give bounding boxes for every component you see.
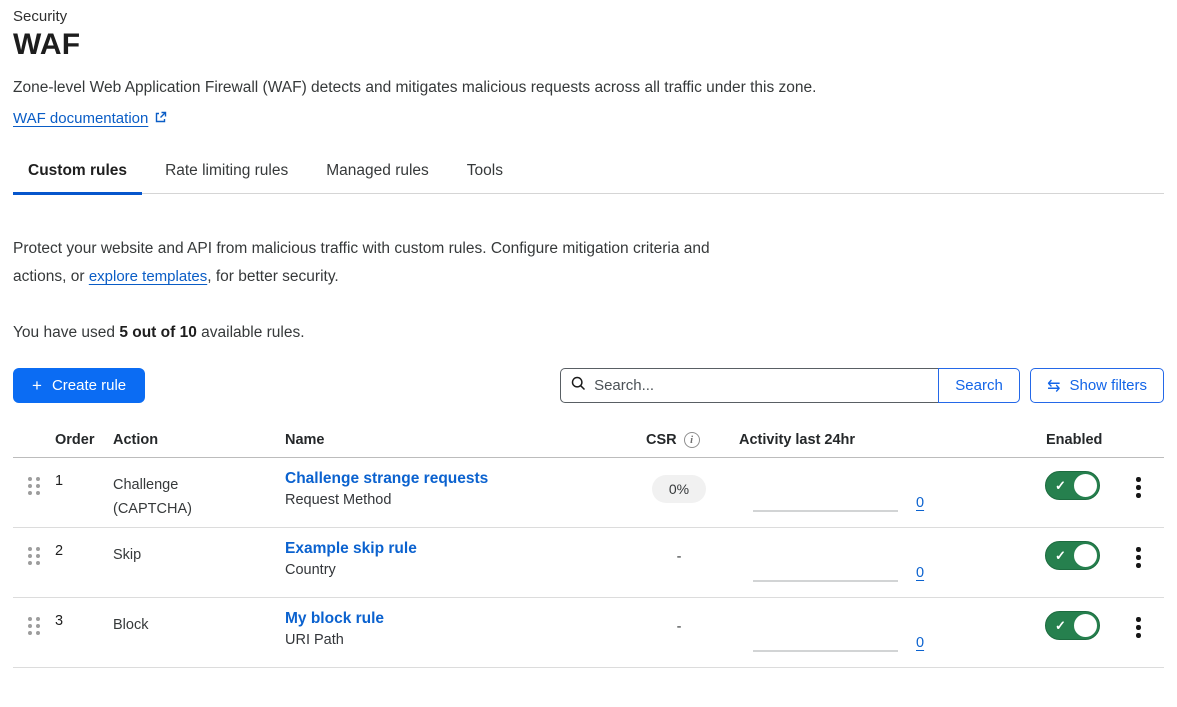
plus-icon: +	[32, 376, 42, 396]
usage-after: available rules.	[197, 324, 305, 341]
usage-text: You have used 5 out of 10 available rule…	[13, 324, 1164, 342]
rule-field: Country	[285, 562, 631, 578]
page-title: WAF	[13, 28, 1164, 62]
rule-name-cell: Example skip rule Country	[285, 528, 631, 597]
usage-before: You have used	[13, 324, 119, 341]
header-action: Action	[113, 432, 285, 448]
row-menu-button[interactable]	[1130, 614, 1147, 667]
rule-menu	[1113, 458, 1164, 527]
show-filters-label: Show filters	[1069, 377, 1147, 394]
drag-handle-icon[interactable]	[28, 477, 42, 495]
activity-count-link[interactable]: 0	[916, 566, 924, 581]
intro-after: , for better security.	[207, 268, 339, 285]
swap-arrows-icon: ⇆	[1047, 376, 1060, 396]
breadcrumb-security: Security	[13, 8, 1164, 25]
activity-sparkline	[753, 510, 898, 512]
rule-field: Request Method	[285, 492, 631, 508]
header-enabled: Enabled	[1033, 432, 1113, 448]
rule-name-link[interactable]: Example skip rule	[285, 540, 417, 558]
check-icon: ✓	[1055, 478, 1066, 494]
intro-text: Protect your website and API from malici…	[13, 235, 758, 291]
rule-action: Skip	[113, 528, 285, 597]
waf-documentation-link[interactable]: WAF documentation	[13, 110, 148, 127]
check-icon: ✓	[1055, 618, 1066, 634]
rule-action: Block	[113, 598, 285, 667]
search-input[interactable]	[594, 377, 928, 394]
rule-action-label: Challenge (CAPTCHA)	[113, 473, 218, 521]
enabled-toggle[interactable]: ✓	[1045, 541, 1100, 570]
rules-table: Order Action Name CSR i Activity last 24h…	[13, 432, 1164, 668]
rule-csr: -	[631, 598, 727, 667]
rule-enabled: ✓	[1033, 458, 1113, 527]
rule-enabled: ✓	[1033, 528, 1113, 597]
tab-managed-rules[interactable]: Managed rules	[311, 162, 444, 195]
rule-activity: 0	[727, 528, 1033, 597]
rule-menu	[1113, 598, 1164, 667]
rule-order: 1	[55, 458, 113, 527]
enabled-toggle[interactable]: ✓	[1045, 611, 1100, 640]
doc-link-row: WAF documentation	[13, 110, 1164, 129]
tab-custom-rules[interactable]: Custom rules	[13, 162, 142, 195]
rule-csr: 0%	[631, 458, 727, 527]
activity-sparkline	[753, 650, 898, 652]
create-rule-label: Create rule	[52, 377, 126, 394]
row-menu-button[interactable]	[1130, 544, 1147, 597]
rule-order: 2	[55, 528, 113, 597]
activity-count-link[interactable]: 0	[916, 636, 924, 651]
header-order: Order	[55, 432, 113, 448]
check-icon: ✓	[1055, 548, 1066, 564]
drag-handle-icon[interactable]	[28, 547, 42, 565]
rule-menu	[1113, 528, 1164, 597]
enabled-toggle[interactable]: ✓	[1045, 471, 1100, 500]
rule-name-link[interactable]: Challenge strange requests	[285, 470, 488, 488]
search-area: Search ⇆ Show filters	[560, 368, 1164, 403]
info-icon[interactable]: i	[684, 432, 700, 448]
search-button[interactable]: Search	[938, 368, 1020, 403]
header-csr: CSR i	[631, 432, 727, 448]
header-csr-label: CSR	[646, 432, 677, 448]
rule-action-label: Block	[113, 613, 148, 637]
waf-page: Security WAF Zone-level Web Application …	[0, 0, 1177, 668]
row-menu-button[interactable]	[1130, 474, 1147, 527]
cell-drag	[13, 598, 55, 667]
drag-handle-icon[interactable]	[28, 617, 42, 635]
rule-activity: 0	[727, 458, 1033, 527]
rule-name-link[interactable]: My block rule	[285, 610, 384, 628]
header-name: Name	[285, 432, 631, 448]
tab-tools[interactable]: Tools	[452, 162, 518, 195]
search-icon	[571, 376, 586, 396]
search-box	[560, 368, 938, 403]
external-link-icon	[154, 111, 167, 129]
rule-order: 3	[55, 598, 113, 667]
tab-rate-limiting-rules[interactable]: Rate limiting rules	[150, 162, 303, 195]
activity-count-link[interactable]: 0	[916, 496, 924, 511]
table-header: Order Action Name CSR i Activity last 24h…	[13, 432, 1164, 458]
toggle-knob	[1073, 613, 1098, 638]
toolbar: + Create rule Search ⇆ Show filters	[13, 368, 1164, 403]
create-rule-button[interactable]: + Create rule	[13, 368, 145, 403]
cell-drag	[13, 528, 55, 597]
page-description: Zone-level Web Application Firewall (WAF…	[13, 79, 1164, 97]
table-row: 3 Block My block rule URI Path - 0 ✓	[13, 598, 1164, 668]
table-row: 1 Challenge (CAPTCHA) Challenge strange …	[13, 458, 1164, 528]
rule-enabled: ✓	[1033, 598, 1113, 667]
header-activity: Activity last 24hr	[727, 432, 1033, 448]
explore-templates-link[interactable]: explore templates	[89, 268, 207, 285]
table-row: 2 Skip Example skip rule Country - 0 ✓	[13, 528, 1164, 598]
cell-drag	[13, 458, 55, 527]
rule-action: Challenge (CAPTCHA)	[113, 458, 285, 527]
csr-badge: 0%	[652, 475, 706, 503]
rule-name-cell: My block rule URI Path	[285, 598, 631, 667]
activity-sparkline	[753, 580, 898, 582]
usage-count: 5 out of 10	[119, 324, 197, 341]
toggle-knob	[1073, 543, 1098, 568]
toggle-knob	[1073, 473, 1098, 498]
rule-action-label: Skip	[113, 543, 141, 567]
show-filters-button[interactable]: ⇆ Show filters	[1030, 368, 1164, 403]
rule-csr: -	[631, 528, 727, 597]
tabs: Custom rules Rate limiting rules Managed…	[13, 162, 1164, 194]
rule-field: URI Path	[285, 632, 631, 648]
rule-name-cell: Challenge strange requests Request Metho…	[285, 458, 631, 527]
rule-activity: 0	[727, 598, 1033, 667]
